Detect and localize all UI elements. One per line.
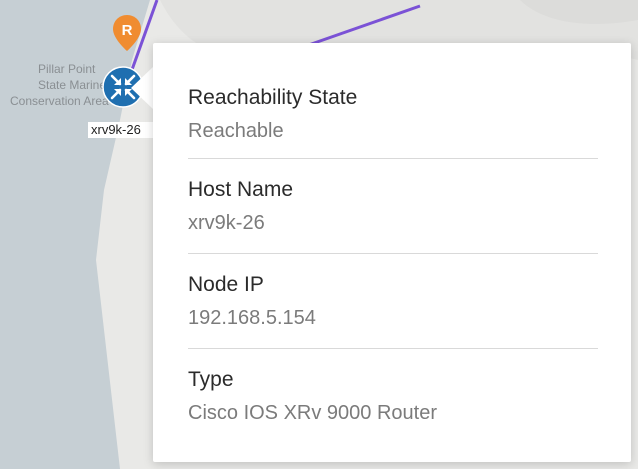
field-label: Host Name — [188, 178, 294, 201]
node-name-tag[interactable]: xrv9k-26 — [88, 122, 158, 138]
field-label: Type — [188, 368, 234, 391]
field-value: xrv9k-26 — [188, 212, 265, 234]
field-value: 192.168.5.154 — [188, 307, 316, 329]
type-field: Type Cisco IOS XRv 9000 Router — [188, 367, 598, 426]
field-value: Cisco IOS XRv 9000 Router — [188, 402, 437, 424]
popover-arrow — [131, 66, 154, 110]
pin-letter: R — [122, 22, 133, 39]
divider — [188, 158, 598, 159]
map-view[interactable]: Pillar Point State Marine Conservation A… — [0, 0, 638, 469]
divider — [188, 348, 598, 349]
map-place-label: State Marine — [38, 78, 107, 92]
node-details-popover: Reachability State Reachable Host Name x… — [153, 43, 631, 462]
field-label: Node IP — [188, 273, 264, 296]
field-value: Reachable — [188, 120, 284, 142]
field-label: Reachability State — [188, 86, 358, 109]
map-pin-icon[interactable]: R — [112, 14, 142, 52]
node-ip-field: Node IP 192.168.5.154 — [188, 272, 598, 331]
reachability-field: Reachability State Reachable — [188, 85, 598, 144]
map-place-label: Pillar Point — [38, 62, 96, 76]
hostname-field: Host Name xrv9k-26 — [188, 177, 598, 236]
divider — [188, 253, 598, 254]
map-place-label: Conservation Area — [10, 94, 109, 108]
